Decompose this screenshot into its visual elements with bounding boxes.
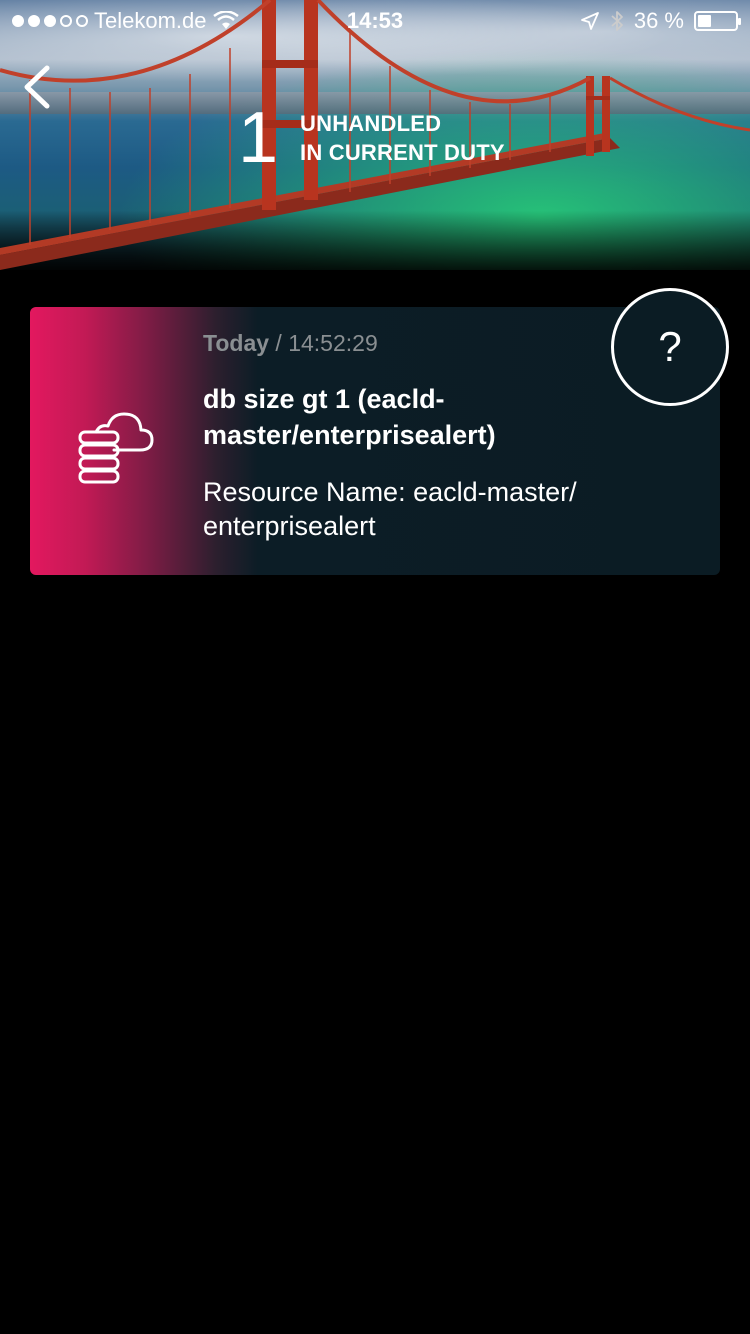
alert-time-separator: / — [269, 330, 289, 356]
alert-title: db size gt 1 (eacld-master/enterpriseale… — [203, 384, 496, 450]
alert-resource: Resource Name: eacld-master/ enterprisea… — [203, 477, 577, 541]
question-mark-icon: ? — [658, 323, 682, 370]
alert-day: Today — [203, 330, 270, 356]
alert-timestamp: Today / 14:52:29 — [203, 327, 673, 359]
battery-fill — [698, 15, 711, 27]
status-bar: Telekom.de 14:53 36 % — [0, 0, 750, 40]
back-button[interactable] — [14, 62, 58, 112]
unhandled-count: 1 — [238, 98, 279, 178]
chevron-left-icon — [24, 65, 50, 109]
unhandled-summary: 1 UNHANDLED IN CURRENT DUTY — [238, 102, 505, 174]
status-right: 36 % — [580, 8, 741, 34]
bluetooth-icon — [611, 11, 623, 31]
unhandled-label-line1: UNHANDLED — [300, 111, 442, 136]
battery-percentage: 36 % — [633, 8, 684, 33]
alert-time: 14:52:29 — [288, 330, 378, 356]
battery-icon — [694, 11, 741, 31]
cloud-database-icon — [74, 402, 156, 489]
unhandled-label: UNHANDLED IN CURRENT DUTY — [300, 109, 505, 167]
header-banner: Telekom.de 14:53 36 % 1 UNHANDLED IN CUR… — [0, 0, 750, 270]
unhandled-label-line2: IN CURRENT DUTY — [300, 140, 505, 165]
help-button[interactable]: ? — [611, 288, 729, 406]
alert-content: Today / 14:52:29 db size gt 1 (eacld-mas… — [203, 327, 673, 543]
location-arrow-icon — [580, 12, 599, 30]
